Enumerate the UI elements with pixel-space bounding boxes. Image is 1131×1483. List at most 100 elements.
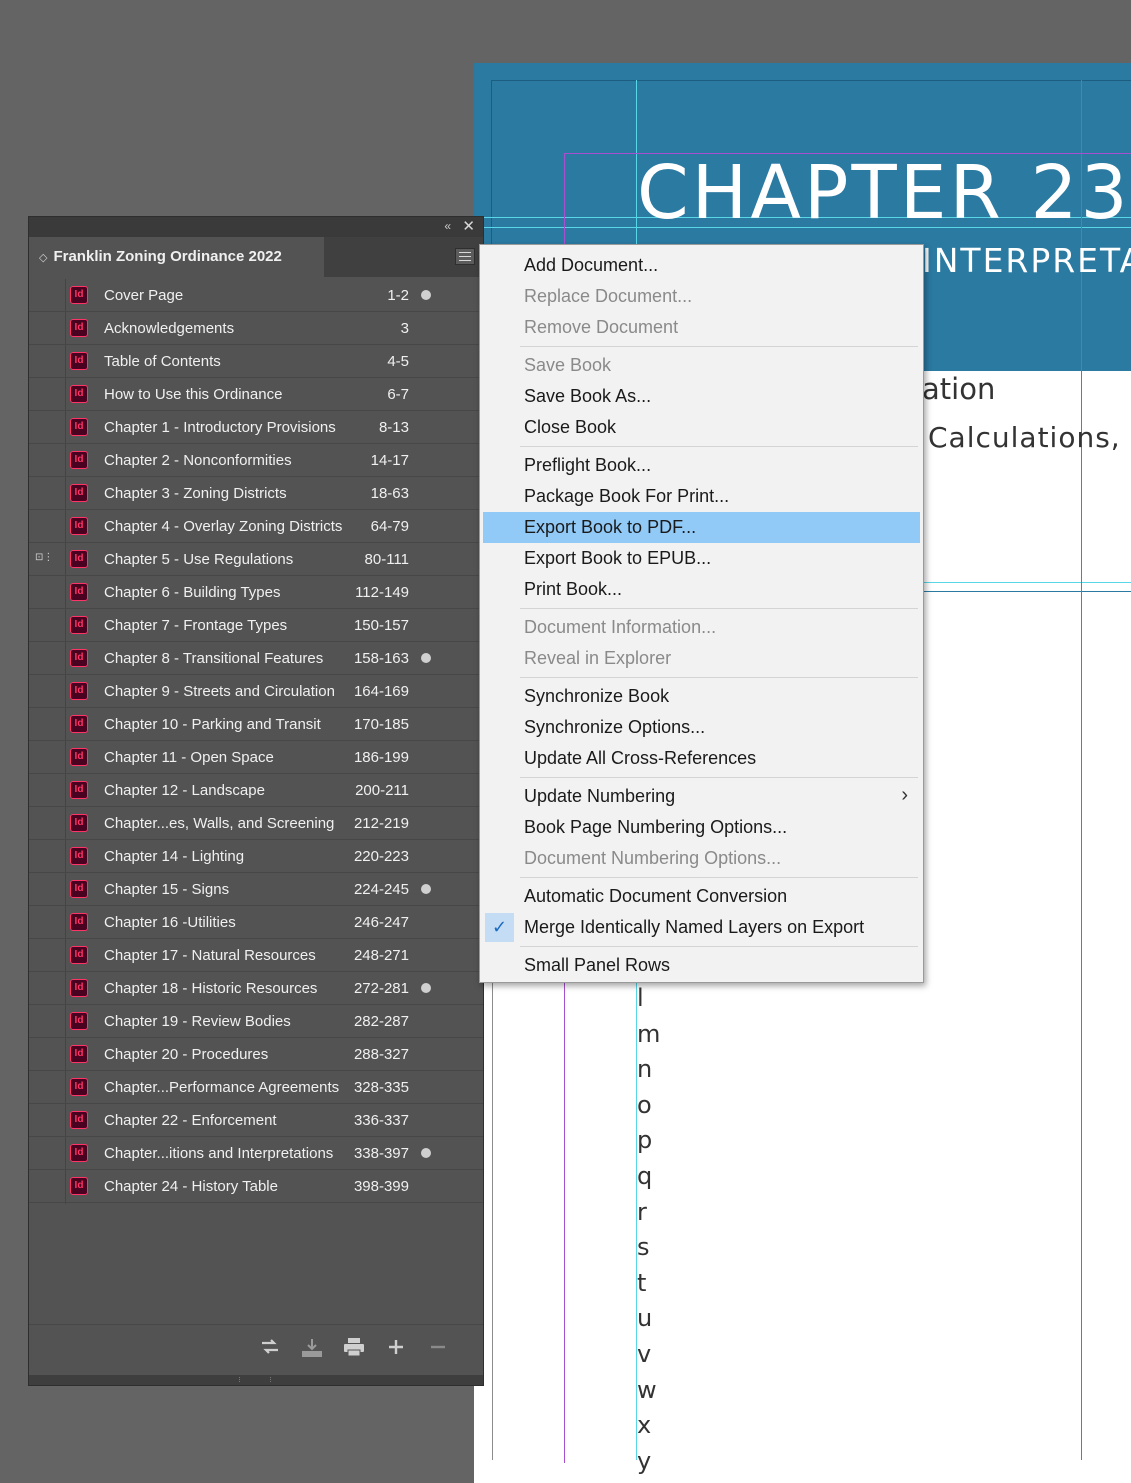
- menu-item-export-book-to-pdf[interactable]: Export Book to PDF...: [483, 512, 920, 543]
- list-item[interactable]: Id How to Use this Ordinance 6-7: [29, 378, 483, 411]
- panel-resize-grip[interactable]: [29, 1375, 483, 1385]
- style-source-column[interactable]: [29, 774, 64, 806]
- style-source-column[interactable]: [29, 1071, 64, 1103]
- menu-item-document-information[interactable]: Document Information...: [483, 612, 920, 643]
- menu-item-close-book[interactable]: Close Book: [483, 412, 920, 443]
- menu-item-label: Print Book...: [524, 579, 623, 599]
- list-item[interactable]: Id Chapter 10 - Parking and Transit 170-18…: [29, 708, 483, 741]
- print-book-icon[interactable]: [341, 1337, 367, 1363]
- list-item[interactable]: ⊡⋮ Id Chapter 5 - Use Regulations 80-111: [29, 543, 483, 576]
- list-item[interactable]: Id Chapter 18 - Historic Resources 272-281: [29, 972, 483, 1005]
- page-range: 64-79: [370, 518, 409, 535]
- style-source-column[interactable]: [29, 345, 64, 377]
- style-source-column[interactable]: [29, 741, 64, 773]
- document-open-indicator: [421, 1148, 431, 1158]
- style-source-column[interactable]: [29, 906, 64, 938]
- style-source-column[interactable]: [29, 708, 64, 740]
- menu-item-print-book[interactable]: Print Book...: [483, 574, 920, 605]
- menu-item-add-document[interactable]: Add Document...: [483, 250, 920, 281]
- style-source-column[interactable]: ⊡⋮: [29, 543, 64, 575]
- style-source-column[interactable]: [29, 1137, 64, 1169]
- list-item[interactable]: Id Chapter 12 - Landscape 200-211: [29, 774, 483, 807]
- menu-item-preflight-book[interactable]: Preflight Book...: [483, 450, 920, 481]
- menu-item-automatic-document-conversion[interactable]: Automatic Document Conversion: [483, 881, 920, 912]
- add-document-icon[interactable]: [383, 1337, 409, 1363]
- document-name: Chapter 16 -Utilities: [104, 914, 236, 931]
- list-item[interactable]: Id Chapter 11 - Open Space 186-199: [29, 741, 483, 774]
- style-source-column[interactable]: [29, 444, 64, 476]
- menu-item-book-page-numbering-options[interactable]: Book Page Numbering Options...: [483, 812, 920, 843]
- style-source-column[interactable]: [29, 873, 64, 905]
- list-item[interactable]: Id Chapter 6 - Building Types 112-149: [29, 576, 483, 609]
- menu-item-update-numbering[interactable]: Update Numbering ›: [483, 781, 920, 812]
- remove-document-icon[interactable]: [425, 1337, 451, 1363]
- menu-item-merge-identically-named-layers-on-export[interactable]: ✓ Merge Identically Named Layers on Expor…: [483, 912, 920, 943]
- style-source-column[interactable]: [29, 642, 64, 674]
- sync-styles-icon[interactable]: [257, 1337, 283, 1363]
- list-item[interactable]: Id Chapter 20 - Procedures 288-327: [29, 1038, 483, 1071]
- list-item[interactable]: Id Chapter 17 - Natural Resources 248-271: [29, 939, 483, 972]
- style-source-column[interactable]: [29, 477, 64, 509]
- list-item[interactable]: Id Chapter 1 - Introductory Provisions 8-1…: [29, 411, 483, 444]
- style-source-column[interactable]: [29, 1005, 64, 1037]
- menu-item-replace-document[interactable]: Replace Document...: [483, 281, 920, 312]
- page-range: 328-335: [353, 1079, 409, 1096]
- style-source-column[interactable]: [29, 609, 64, 641]
- style-source-column[interactable]: [29, 312, 64, 344]
- list-item[interactable]: Id Acknowledgements 3: [29, 312, 483, 345]
- style-source-column[interactable]: [29, 675, 64, 707]
- list-item[interactable]: Id Chapter 22 - Enforcement 336-337: [29, 1104, 483, 1137]
- style-source-column[interactable]: [29, 411, 64, 443]
- collapse-panel-icon[interactable]: «: [444, 219, 451, 233]
- menu-item-small-panel-rows[interactable]: Small Panel Rows: [483, 950, 920, 981]
- style-source-column[interactable]: [29, 1104, 64, 1136]
- style-source-column[interactable]: [29, 576, 64, 608]
- close-icon[interactable]: ✕: [462, 217, 475, 235]
- list-item[interactable]: Id Chapter 3 - Zoning Districts 18-63: [29, 477, 483, 510]
- menu-item-save-book-as[interactable]: Save Book As...: [483, 381, 920, 412]
- list-item[interactable]: Id Chapter 7 - Frontage Types 150-157: [29, 609, 483, 642]
- list-item[interactable]: Id Chapter 4 - Overlay Zoning Districts 64…: [29, 510, 483, 543]
- style-source-column[interactable]: [29, 972, 64, 1004]
- menu-item-save-book[interactable]: Save Book: [483, 350, 920, 381]
- book-tab[interactable]: ◇ Franklin Zoning Ordinance 2022: [29, 237, 324, 277]
- list-item[interactable]: Id Chapter 2 - Nonconformities 14-17: [29, 444, 483, 477]
- style-source-column[interactable]: [29, 378, 64, 410]
- save-book-icon[interactable]: [299, 1337, 325, 1363]
- list-letter: q: [637, 1161, 653, 1190]
- menu-item-reveal-in-explorer[interactable]: Reveal in Explorer: [483, 643, 920, 674]
- style-source-column[interactable]: [29, 279, 64, 311]
- style-source-column[interactable]: [29, 939, 64, 971]
- list-item[interactable]: Id Chapter 15 - Signs 224-245: [29, 873, 483, 906]
- list-item[interactable]: Id Chapter 8 - Transitional Features 158-1…: [29, 642, 483, 675]
- menu-item-synchronize-options[interactable]: Synchronize Options...: [483, 712, 920, 743]
- list-item[interactable]: Id Chapter...es, Walls, and Screening 212-…: [29, 807, 483, 840]
- list-item[interactable]: Id Chapter 16 -Utilities 246-247: [29, 906, 483, 939]
- style-source-column[interactable]: [29, 840, 64, 872]
- panel-menu-button[interactable]: [455, 248, 475, 265]
- list-item[interactable]: Id Chapter 14 - Lighting 220-223: [29, 840, 483, 873]
- style-source-column[interactable]: [29, 1170, 64, 1202]
- list-item[interactable]: Id Chapter 24 - History Table 398-399: [29, 1170, 483, 1203]
- list-item[interactable]: Id Chapter 19 - Review Bodies 282-287: [29, 1005, 483, 1038]
- list-item[interactable]: Id Chapter...itions and Interpretations 33…: [29, 1137, 483, 1170]
- menu-item-update-all-cross-references[interactable]: Update All Cross-References: [483, 743, 920, 774]
- menu-item-synchronize-book[interactable]: Synchronize Book: [483, 681, 920, 712]
- panel-title-bar[interactable]: « ✕: [29, 217, 483, 237]
- document-name: Table of Contents: [104, 353, 221, 370]
- style-source-column[interactable]: [29, 807, 64, 839]
- menu-item-export-book-to-epub[interactable]: Export Book to EPUB...: [483, 543, 920, 574]
- panel-footer: [29, 1324, 483, 1375]
- indesign-file-icon: Id: [70, 286, 88, 304]
- menu-item-remove-document[interactable]: Remove Document: [483, 312, 920, 343]
- style-source-column[interactable]: [29, 1038, 64, 1070]
- style-source-column[interactable]: [29, 510, 64, 542]
- list-item[interactable]: Id Table of Contents 4-5: [29, 345, 483, 378]
- menu-item-package-book-for-print[interactable]: Package Book For Print...: [483, 481, 920, 512]
- document-name: Chapter 14 - Lighting: [104, 848, 245, 865]
- list-item[interactable]: Id Chapter...Performance Agreements 328-33…: [29, 1071, 483, 1104]
- page-range: 150-157: [353, 617, 409, 634]
- menu-item-document-numbering-options[interactable]: Document Numbering Options...: [483, 843, 920, 874]
- list-item[interactable]: Id Cover Page 1-2: [29, 279, 483, 312]
- list-item[interactable]: Id Chapter 9 - Streets and Circulation 164…: [29, 675, 483, 708]
